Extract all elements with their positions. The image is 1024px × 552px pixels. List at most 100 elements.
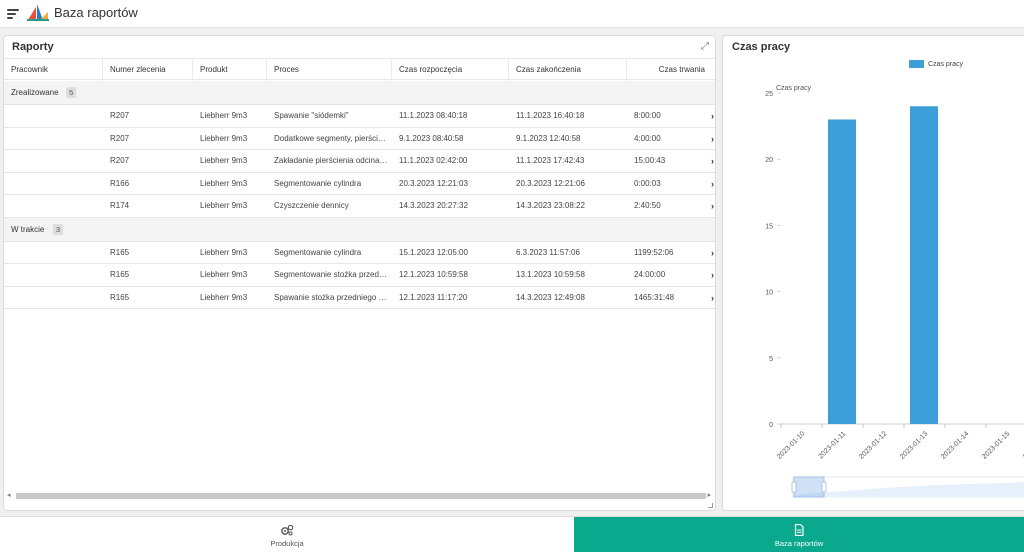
x-tick-label: 2023-01-12 — [858, 430, 888, 460]
cell-worker — [4, 195, 99, 217]
cell-duration: 15:00:43 — [634, 156, 666, 165]
app-logo — [27, 4, 49, 21]
cell-process: Segmentowanie cylindra — [274, 178, 362, 188]
navigator-window — [793, 476, 825, 498]
scrollbar-thumb[interactable] — [16, 493, 706, 499]
chevron-right-icon[interactable]: › — [711, 287, 714, 309]
table-row[interactable]: R207 Liebherr 9m3 Spawanie "siódemki" 11.1.… — [4, 105, 715, 128]
table-row[interactable]: R207 Liebherr 9m3 Zakładanie pierścienia o… — [4, 150, 715, 173]
cell-product: Liebherr 9m3 — [200, 133, 248, 143]
cell-worker — [4, 173, 99, 195]
cell-start: 12.1.2023 11:17:20 — [399, 292, 468, 302]
cell-end: 6.3.2023 11:57:06 — [516, 247, 580, 257]
cell-start: 14.3.2023 20:27:32 — [399, 201, 468, 210]
expand-icon[interactable]: ⤢ — [701, 41, 709, 52]
y-tick-label: 25 — [765, 91, 773, 98]
column-header-end[interactable]: Czas zakończenia — [509, 59, 627, 81]
cell-end: 20.3.2023 12:21:06 — [516, 178, 585, 188]
cell-process: Zakładanie pierścienia odcinającego — [274, 156, 388, 165]
reports-panel-title: Raporty — [12, 41, 54, 53]
chart-panel: Czas pracy Czas pracy Czas pracy 0 5 10 15 20… — [722, 35, 1024, 511]
cell-product: Liebherr 9m3 — [200, 270, 248, 279]
chevron-right-icon[interactable]: › — [711, 173, 714, 195]
table-row[interactable]: R165 Liebherr 9m3 Segmentowanie cylindra 15… — [4, 241, 715, 264]
cell-start: 11.1.2023 08:40:18 — [399, 111, 468, 120]
gears-icon — [281, 524, 294, 536]
cell-end: 14.3.2023 12:49:08 — [516, 292, 585, 302]
y-axis-label: Czas pracy — [776, 85, 812, 92]
y-tick-label: 5 — [769, 356, 773, 363]
cell-start: 11.1.2023 02:42:00 — [399, 156, 468, 165]
cell-duration: 1465:31:48 — [634, 292, 675, 302]
document-icon — [794, 524, 804, 536]
chevron-right-icon[interactable]: › — [711, 128, 714, 150]
table-row[interactable]: R174 Liebherr 9m3 Czyszczenie dennicy 14.3.… — [4, 195, 715, 218]
cell-process: Spawanie stożka przedniego - … — [274, 292, 388, 302]
chevron-right-icon[interactable]: › — [711, 105, 714, 127]
y-tick-label: 10 — [765, 290, 773, 297]
table-header: Pracownik Numer zlecenia Produkt Proces Czas… — [4, 58, 715, 81]
cell-process: Spawanie "siódemki" — [274, 111, 349, 120]
tab-produkcja[interactable]: Produkcja — [0, 517, 574, 552]
column-header-duration[interactable]: Czas trwania — [627, 59, 715, 81]
group-label: W trakcie — [11, 224, 45, 234]
group-count-badge: 5 — [66, 87, 77, 98]
cell-start: 20.3.2023 12:21:03 — [399, 178, 468, 188]
x-tick-label: 2023-01-11 — [818, 430, 848, 460]
reports-panel: Raporty ⤢ Pracownik Numer zlecenia Produkt… — [3, 35, 716, 511]
table-row[interactable]: R165 Liebherr 9m3 Segmentowanie stożka prz… — [4, 264, 715, 287]
column-header-product[interactable]: Produkt — [193, 59, 267, 81]
scroll-right-icon[interactable]: ▸ — [707, 491, 711, 501]
chevron-right-icon[interactable]: › — [711, 150, 714, 172]
column-header-start[interactable]: Czas rozpoczęcia — [392, 59, 509, 81]
menu-icon[interactable] — [7, 9, 19, 19]
cell-process: Segmentowanie cylindra — [274, 247, 362, 257]
x-tick-label: 2023-01-15 — [981, 430, 1011, 460]
cell-end: 13.1.2023 10:59:58 — [516, 270, 585, 279]
table-row[interactable]: R165 Liebherr 9m3 Spawanie stożka przednie… — [4, 286, 715, 309]
bar-chart: Czas pracy 0 5 10 15 20 25 2023-01-10 2023-01-11… — [765, 85, 1024, 498]
y-tick-label: 15 — [765, 223, 773, 230]
group-row[interactable]: Zrealizowane 5 — [4, 81, 715, 105]
column-header-worker[interactable]: Pracownik — [4, 59, 103, 81]
table-row[interactable]: R166 Liebherr 9m3 Segmentowanie cylindra 20… — [4, 172, 715, 195]
column-header-order[interactable]: Numer zlecenia — [103, 59, 193, 81]
cell-duration: 24:00:00 — [634, 270, 666, 279]
x-tick-label: 2023-01-14 — [940, 430, 970, 460]
resize-handle-icon[interactable] — [708, 503, 713, 508]
cell-process: Dodatkowe segmenty, pierścienie — [274, 133, 388, 143]
cell-end: 11.1.2023 17:42:43 — [516, 156, 585, 165]
cell-start: 15.1.2023 12:05:00 — [399, 247, 468, 257]
cell-start: 9.1.2023 08:40:58 — [399, 133, 464, 143]
bottom-nav: Produkcja Baza raportów — [0, 516, 1024, 552]
cell-order: R207 — [110, 156, 130, 165]
top-bar: Baza raportów — [0, 0, 1024, 28]
column-header-process[interactable]: Proces — [267, 59, 392, 81]
group-row[interactable]: W trakcie 3 — [4, 217, 715, 242]
cell-end: 14.3.2023 23:08:22 — [516, 201, 585, 210]
x-tick-label: 2023-01-10 — [776, 430, 806, 460]
cell-worker — [4, 287, 99, 309]
scroll-left-icon[interactable]: ◂ — [7, 491, 11, 501]
cell-process: Czyszczenie dennicy — [274, 201, 349, 210]
chevron-right-icon[interactable]: › — [711, 195, 714, 217]
tab-baza-raportow[interactable]: Baza raportów — [574, 517, 1024, 552]
cell-end: 11.1.2023 16:40:18 — [516, 111, 585, 120]
cell-product: Liebherr 9m3 — [200, 292, 248, 302]
cell-order: R165 — [110, 247, 130, 257]
chevron-right-icon[interactable]: › — [711, 242, 714, 264]
cell-product: Liebherr 9m3 — [200, 178, 248, 188]
chevron-right-icon[interactable]: › — [711, 264, 714, 286]
cell-duration: 8:00:00 — [634, 111, 661, 120]
cell-order: R165 — [110, 292, 130, 302]
cell-duration: 2:40:50 — [634, 201, 661, 210]
cell-product: Liebherr 9m3 — [200, 111, 248, 120]
cell-order: R174 — [110, 201, 130, 210]
cell-start: 12.1.2023 10:59:58 — [399, 270, 468, 279]
navigator-handle-left — [791, 481, 797, 493]
table-row[interactable]: R207 Liebherr 9m3 Dodatkowe segmenty, pier… — [4, 127, 715, 150]
app-title: Baza raportów — [54, 5, 138, 20]
cell-product: Liebherr 9m3 — [200, 247, 248, 257]
cell-end: 9.1.2023 12:40:58 — [516, 133, 581, 143]
horizontal-scrollbar[interactable]: ◂ ▸ — [7, 491, 711, 501]
